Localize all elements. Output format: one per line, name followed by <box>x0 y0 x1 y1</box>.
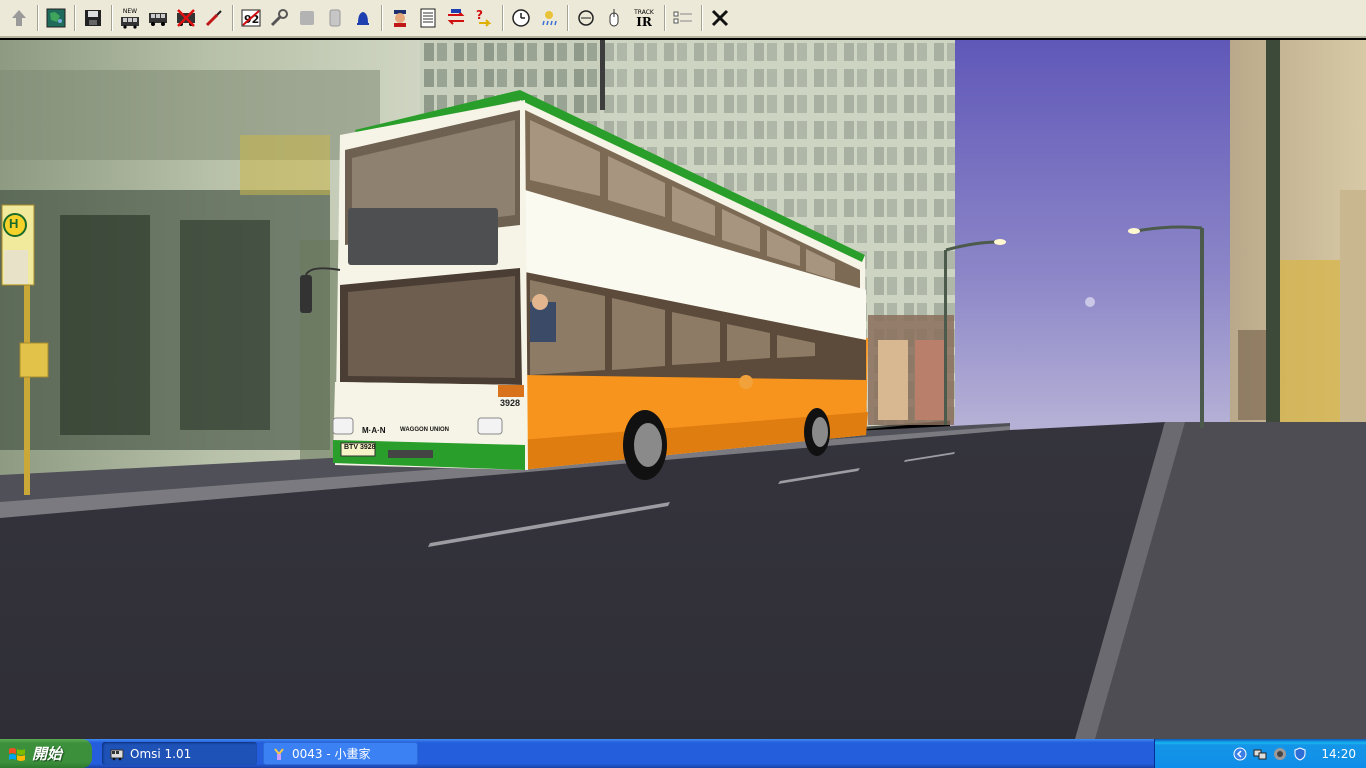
volume-icon[interactable] <box>1273 747 1287 761</box>
swap-icon <box>447 9 465 25</box>
route-number-icon: 92 <box>241 9 261 27</box>
svg-text:?: ? <box>476 8 483 22</box>
timetable-icon <box>420 8 436 28</box>
driver-button[interactable] <box>387 4 413 32</box>
bus-body-label: WAGGON UNION <box>400 427 449 433</box>
map-icon <box>46 8 66 28</box>
ticket-button[interactable] <box>322 4 348 32</box>
save-button[interactable] <box>80 4 106 32</box>
taskbar-clock[interactable]: 14:20 <box>1321 747 1356 761</box>
bell-button[interactable] <box>350 4 376 32</box>
bus-stop-sign-letter: H <box>9 216 19 231</box>
disk-icon <box>300 11 314 25</box>
bus-make-label: M·A·N <box>362 426 386 435</box>
toolbar-separator <box>232 5 233 31</box>
toolbar-separator <box>664 5 665 31</box>
disk-button[interactable] <box>294 4 320 32</box>
task-label: 0043 - 小畫家 <box>292 747 371 761</box>
game-viewport[interactable]: 3928 M·A·N WAGGON UNION BTV 3928 H <box>0 40 1366 739</box>
driver-icon <box>394 10 406 27</box>
clock-icon <box>512 9 530 27</box>
back-arrow-icon <box>12 10 26 26</box>
new-bus-icon <box>121 16 139 29</box>
weather-icon <box>542 11 557 26</box>
wrench-button[interactable] <box>266 4 292 32</box>
mouse-icon <box>609 9 619 27</box>
toolbar-separator <box>567 5 568 31</box>
mouse-button[interactable] <box>601 4 627 32</box>
task-paint[interactable]: 0043 - 小畫家 <box>263 742 418 765</box>
bus-plate: BTV 3928 <box>344 444 376 451</box>
back-arrow-button[interactable] <box>6 4 32 32</box>
start-button[interactable]: 開始 <box>0 739 92 768</box>
new-label: NEW <box>122 7 138 15</box>
close-icon <box>711 9 729 27</box>
map-button[interactable] <box>43 4 69 32</box>
settings-checkbox-icon <box>673 11 692 24</box>
task-label: Omsi 1.01 <box>130 746 192 761</box>
start-label: 開始 <box>32 745 63 763</box>
paint-app-icon <box>274 747 284 760</box>
track-ir-button[interactable]: TRACK IR <box>629 4 659 32</box>
save-icon <box>85 10 101 26</box>
remove-bus-icon <box>177 9 195 27</box>
toolbar-separator <box>74 5 75 31</box>
network-icon[interactable] <box>1253 747 1267 761</box>
toolbar-separator <box>111 5 112 31</box>
scene-svg <box>0 40 1366 739</box>
toolbar-separator <box>502 5 503 31</box>
weather-button[interactable] <box>536 4 562 32</box>
lamp-pole <box>1266 40 1280 465</box>
ticket-icon <box>329 9 341 27</box>
bus-button[interactable] <box>145 4 171 32</box>
help-arrow-button[interactable]: ? <box>471 4 497 32</box>
sky <box>950 40 1240 430</box>
security-shield-icon[interactable] <box>1293 746 1307 761</box>
fix-icon <box>205 10 222 27</box>
clock-button[interactable] <box>508 4 534 32</box>
system-tray: 14:20 <box>1154 739 1366 768</box>
bus-icon <box>149 13 167 26</box>
help-arrow-icon: ? <box>476 8 492 27</box>
bus-app-icon <box>110 749 124 760</box>
toolbar-separator <box>701 5 702 31</box>
close-button[interactable] <box>707 4 733 32</box>
route-number-text: 92 <box>244 13 259 26</box>
omsi-toolbar: NEW 92 ? TRACK IR <box>0 0 1366 38</box>
task-omsi[interactable]: Omsi 1.01 <box>102 742 257 765</box>
show-hidden-icons-icon[interactable] <box>1233 747 1247 761</box>
timetable-button[interactable] <box>415 4 441 32</box>
windows-taskbar: 開始 Omsi 1.01 0043 - 小畫家 CH ? 14:20 <box>0 739 1366 768</box>
toolbar-separator <box>37 5 38 31</box>
compass-icon <box>578 10 594 26</box>
route-number-button[interactable]: 92 <box>238 4 264 32</box>
compass-button[interactable] <box>573 4 599 32</box>
windows-flag-icon <box>9 747 25 761</box>
bell-icon <box>357 12 369 25</box>
fix-button[interactable] <box>201 4 227 32</box>
toolbar-separator <box>381 5 382 31</box>
wrench-icon <box>270 9 288 27</box>
settings-checkbox-button[interactable] <box>670 4 696 32</box>
remove-bus-button[interactable] <box>173 4 199 32</box>
new-bus-button[interactable]: NEW <box>117 4 143 32</box>
swap-button[interactable] <box>443 4 469 32</box>
ir-label: IR <box>636 14 652 29</box>
bus-fleet-number: 3928 <box>500 398 521 408</box>
